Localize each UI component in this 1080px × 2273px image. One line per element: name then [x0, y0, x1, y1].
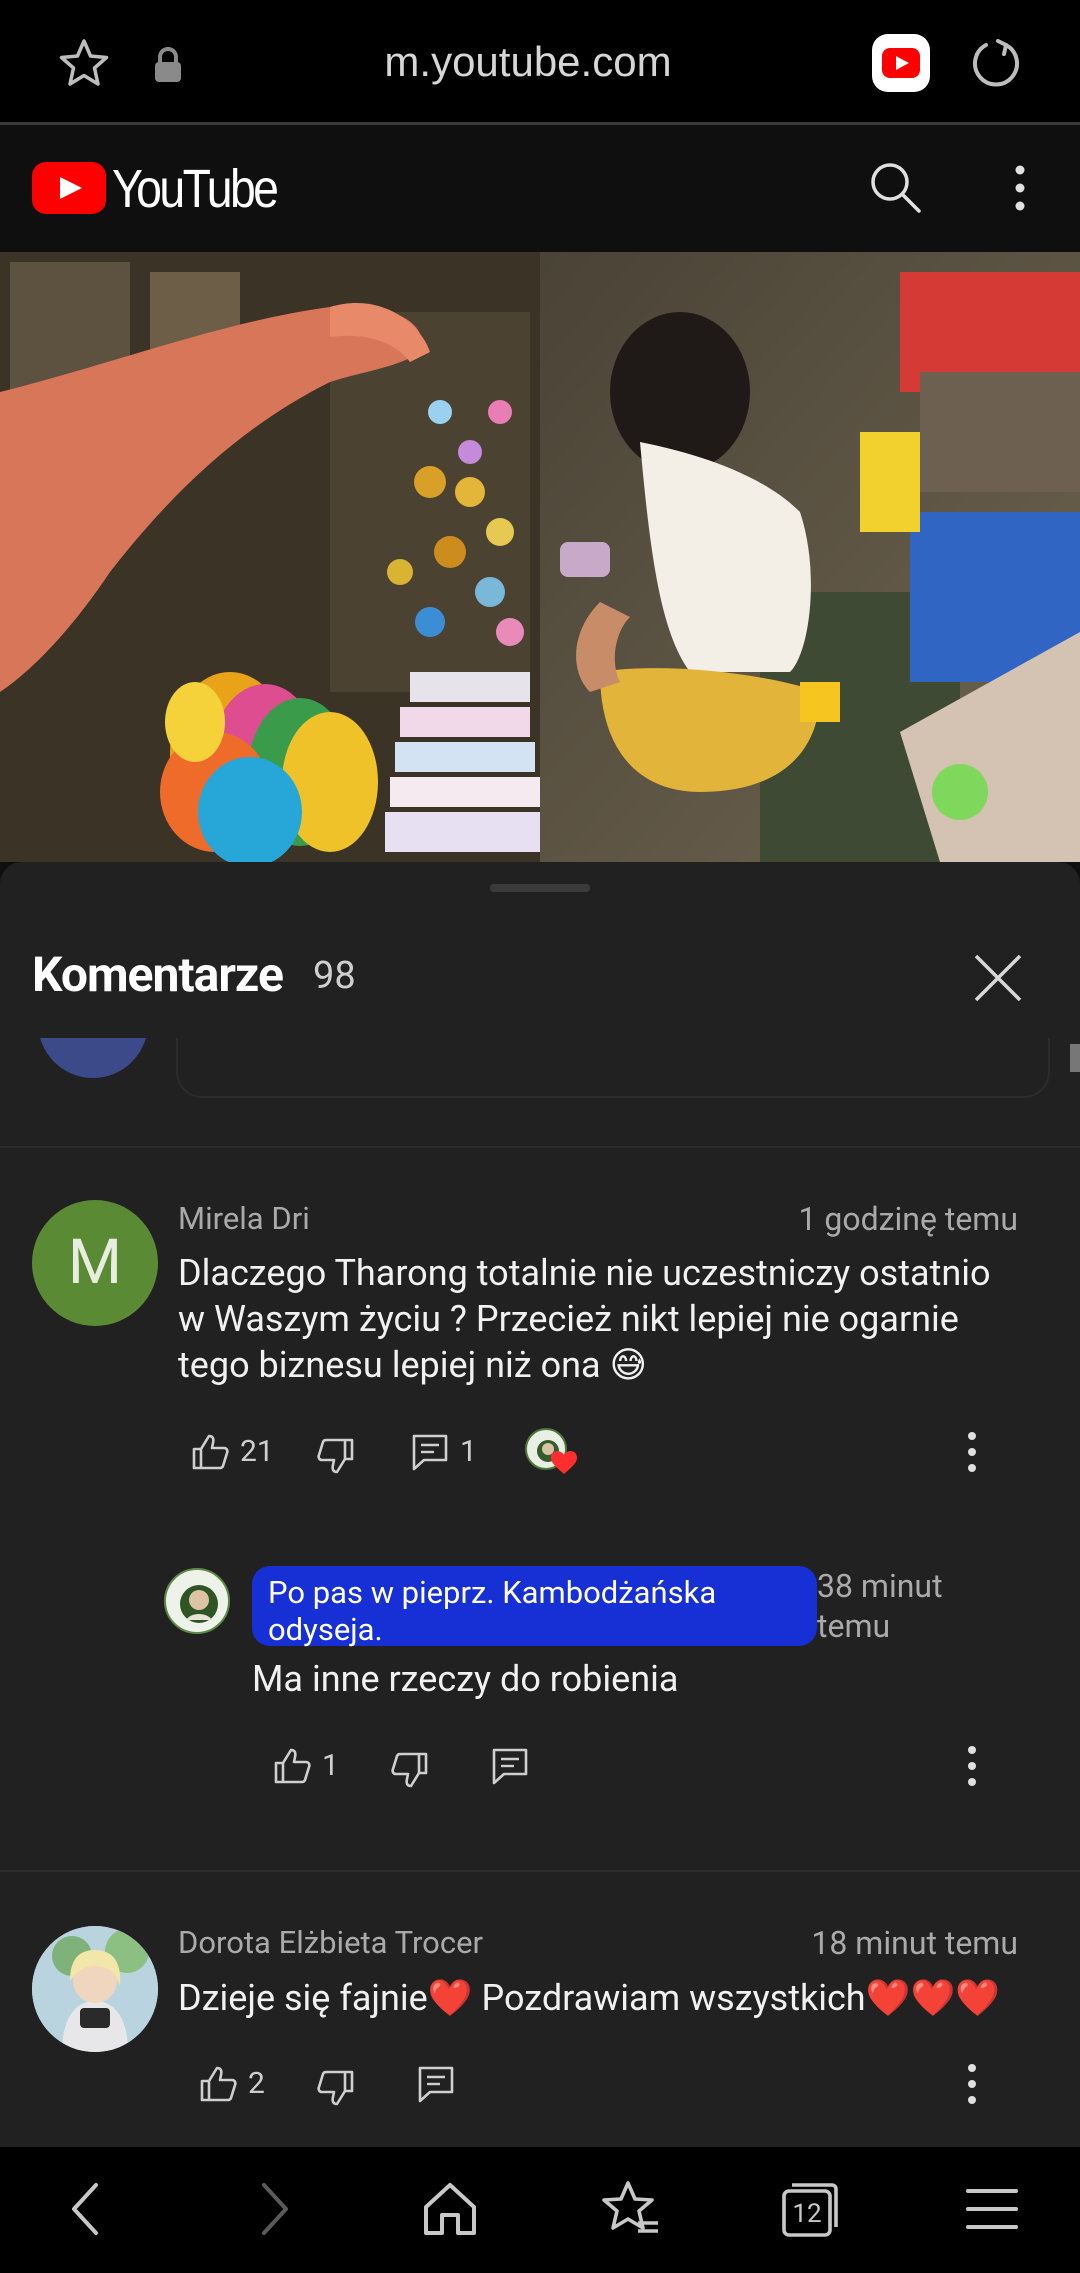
browser-url-bar: m.youtube.com: [0, 0, 1080, 125]
more-vert-icon[interactable]: [960, 1742, 984, 1790]
like-count: 2: [248, 2066, 265, 2101]
reply-icon[interactable]: [410, 1432, 450, 1472]
close-icon[interactable]: [970, 950, 1026, 1006]
comments-title: Komentarze: [32, 946, 284, 1003]
comment-text-line: Dlaczego Tharong totalnie nie uczestnicz…: [178, 1252, 991, 1294]
avatar[interactable]: [32, 1926, 158, 2052]
comment-text-line: tego biznesu lepiej niż ona 😅: [178, 1344, 648, 1386]
drag-handle[interactable]: [490, 884, 590, 892]
tabs-count: 12: [792, 2199, 822, 2229]
reply-author-line: Po pas w pieprz. Kambodżańska: [268, 1574, 717, 1611]
thumb-down-icon[interactable]: [316, 2068, 356, 2108]
thumb-up-icon[interactable]: [198, 2064, 238, 2104]
add-comment-peek: [0, 1038, 1080, 1148]
reply-icon[interactable]: [416, 2064, 456, 2104]
reply-time-line: temu: [817, 1607, 891, 1645]
home-icon[interactable]: [418, 2177, 482, 2241]
comment-author[interactable]: Dorota Elżbieta Trocer: [178, 1924, 483, 1961]
menu-icon[interactable]: [960, 2177, 1024, 2241]
comment-text: Dzieje się fajnie❤️ Pozdrawiam wszystkic…: [178, 1977, 1001, 2019]
search-icon[interactable]: [866, 158, 924, 216]
divider: [0, 1870, 1080, 1872]
reload-icon[interactable]: [966, 36, 1022, 92]
comment-text-line: w Waszym życiu ? Przecież nikt lepiej ni…: [178, 1298, 959, 1340]
like-count: 1: [322, 1748, 339, 1783]
youtube-logo-text[interactable]: YouTube: [112, 158, 279, 220]
divider: [0, 1146, 1080, 1148]
video-player[interactable]: [0, 252, 1080, 862]
comment-author[interactable]: Mirela Dri: [178, 1200, 310, 1237]
reply-text: Ma inne rzeczy do robienia: [252, 1658, 679, 1700]
youtube-app-icon[interactable]: [872, 34, 930, 92]
thumb-down-icon[interactable]: [390, 1750, 430, 1790]
thumb-up-icon[interactable]: [272, 1746, 312, 1786]
comment-time: 1 godzinę temu: [798, 1200, 1018, 1238]
add-comment-box[interactable]: [176, 1038, 1050, 1098]
creator-avatar[interactable]: [164, 1568, 230, 1634]
thumb-down-icon[interactable]: [316, 1436, 356, 1476]
creator-name-chip[interactable]: Po pas w pieprz. Kambodżańska odyseja.: [252, 1566, 817, 1648]
video-frame: [0, 252, 1080, 862]
avatar-letter: M: [67, 1226, 123, 1299]
thumb-up-icon[interactable]: [190, 1432, 230, 1472]
more-vert-icon[interactable]: [960, 1428, 984, 1476]
scrollbar[interactable]: [1070, 1044, 1080, 1072]
reply-author-line: odyseja.: [268, 1611, 383, 1648]
back-icon[interactable]: [56, 2177, 120, 2241]
comments-count: 98: [313, 954, 356, 998]
heart-icon: [551, 1451, 577, 1474]
more-vert-icon[interactable]: [960, 2060, 984, 2108]
browser-bottom-nav: 12: [0, 2147, 1080, 2273]
tabs-icon[interactable]: 12: [778, 2177, 842, 2241]
more-vert-icon[interactable]: [1000, 158, 1040, 218]
reply-icon[interactable]: [490, 1746, 530, 1786]
user-avatar: [38, 1038, 148, 1078]
comment-time: 18 minut temu: [811, 1924, 1018, 1962]
youtube-header: YouTube: [0, 128, 1080, 252]
like-count: 21: [240, 1434, 274, 1469]
reply-count: 1: [460, 1434, 477, 1469]
reply-time-line: 38 minut: [817, 1567, 943, 1605]
avatar[interactable]: M: [32, 1200, 158, 1326]
bookmarks-icon[interactable]: [598, 2177, 662, 2241]
forward-icon[interactable]: [240, 2177, 304, 2241]
youtube-logo-icon[interactable]: [32, 162, 106, 214]
reply-time: 38 minut temu: [817, 1566, 943, 1646]
